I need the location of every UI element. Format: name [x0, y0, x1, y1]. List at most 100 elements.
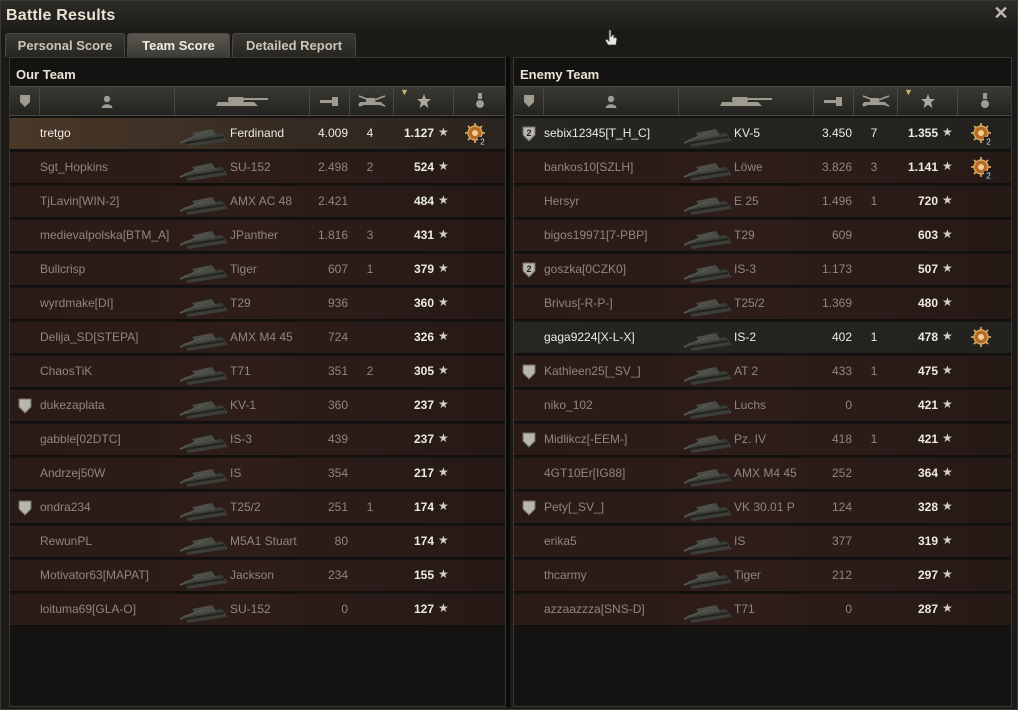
- player-name[interactable]: Sgt_Hopkins: [40, 160, 108, 174]
- player-name[interactable]: ChaosTiK: [40, 364, 92, 378]
- panel-divider: [506, 57, 510, 707]
- player-row[interactable]: Brivus[-R-P-] T25/2 1.369 480 ★: [514, 288, 1011, 320]
- star-icon: ★: [942, 431, 953, 445]
- player-row[interactable]: ChaosTiK T71 351 2 305 ★: [10, 356, 505, 388]
- sort-tank-header[interactable]: [175, 87, 310, 115]
- player-row[interactable]: Motivator63[MAPAT] Jackson 234 155 ★: [10, 560, 505, 592]
- player-row[interactable]: RewunPL M5A1 Stuart 80 174 ★: [10, 526, 505, 558]
- sort-damage-header[interactable]: [814, 87, 854, 115]
- player-row[interactable]: Pety[_SV_] VK 30.01 P 124 328 ★: [514, 492, 1011, 524]
- player-name[interactable]: goszka[0CZK0]: [544, 262, 626, 276]
- player-row[interactable]: Midlikcz[-EEM-] Pz. IV 418 1 421 ★: [514, 424, 1011, 456]
- player-row[interactable]: Hersyr E 25 1.496 1 720 ★: [514, 186, 1011, 218]
- player-row[interactable]: azzaazzza[SNS-D] T71 0 287 ★: [514, 594, 1011, 626]
- player-name[interactable]: RewunPL: [40, 534, 92, 548]
- achievement-medal-icon[interactable]: [971, 326, 993, 350]
- player-name[interactable]: Motivator63[MAPAT]: [40, 568, 149, 582]
- player-name[interactable]: niko_102: [544, 398, 593, 412]
- tab-personal-score[interactable]: Personal Score: [5, 33, 125, 57]
- xp-value: 421: [917, 398, 938, 412]
- sort-kills-header[interactable]: [350, 87, 394, 115]
- player-name[interactable]: Midlikcz[-EEM-]: [544, 432, 627, 446]
- player-name[interactable]: Pety[_SV_]: [544, 500, 604, 514]
- damage-value: 418: [831, 432, 852, 446]
- player-row[interactable]: 4GT10Er[IG88] AMX M4 45 252 364 ★: [514, 458, 1011, 490]
- star-icon: ★: [942, 159, 953, 173]
- close-icon[interactable]: ✕: [993, 4, 1009, 22]
- player-row[interactable]: wyrdmake[DI] T29 936 360 ★: [10, 288, 505, 320]
- player-name[interactable]: ondra234: [40, 500, 91, 514]
- player-name[interactable]: gaga9224[X-L-X]: [544, 330, 635, 344]
- player-name[interactable]: bankos10[SZLH]: [544, 160, 633, 174]
- player-row[interactable]: tretgo Ferdinand 4.009 4 1.127 ★ 2: [10, 118, 505, 150]
- player-row[interactable]: 2 goszka[0CZK0] IS-3 1.173 507 ★: [514, 254, 1011, 286]
- player-row[interactable]: ondra234 T25/2 251 1 174 ★: [10, 492, 505, 524]
- player-row[interactable]: gaga9224[X-L-X] IS-2 402 1 478 ★: [514, 322, 1011, 354]
- player-row[interactable]: thcarmy Tiger 212 297 ★: [514, 560, 1011, 592]
- kills-value: 3: [870, 160, 878, 174]
- player-row[interactable]: loituma69[GLA-O] SU-152 0 127 ★: [10, 594, 505, 626]
- player-name[interactable]: gabble[02DTC]: [40, 432, 121, 446]
- damage-value: 1.496: [821, 194, 852, 208]
- achievement-medal-icon[interactable]: 2: [465, 122, 487, 147]
- tab-team-score[interactable]: Team Score: [127, 33, 230, 57]
- player-name[interactable]: Delija_SD[STEPA]: [40, 330, 138, 344]
- player-row[interactable]: bankos10[SZLH] Löwe 3.826 3 1.141 ★ 2: [514, 152, 1011, 184]
- player-name[interactable]: Andrzej50W: [40, 466, 105, 480]
- star-icon: ★: [942, 329, 953, 343]
- sort-xp-header[interactable]: ▼: [898, 87, 958, 115]
- player-row[interactable]: bigos19971[7-PBP] T29 609 603 ★: [514, 220, 1011, 252]
- tank-name: JPanther: [230, 228, 279, 242]
- player-name[interactable]: dukezaplata: [40, 398, 105, 412]
- sort-kills-header[interactable]: [854, 87, 898, 115]
- star-icon: ★: [438, 465, 449, 479]
- player-row[interactable]: Sgt_Hopkins SU-152 2.498 2 524 ★: [10, 152, 505, 184]
- sort-medals-header[interactable]: [958, 87, 1011, 115]
- tank-image: [682, 425, 742, 455]
- player-row[interactable]: medievalpolska[BTM_A] JPanther 1.816 3 431 ★: [10, 220, 505, 252]
- tab-detailed-report[interactable]: Detailed Report: [232, 33, 356, 57]
- player-row[interactable]: erika5 IS 377 319 ★: [514, 526, 1011, 558]
- player-row[interactable]: Kathleen25[_SV_] AT 2 433 1 475 ★: [514, 356, 1011, 388]
- player-name[interactable]: Hersyr: [544, 194, 579, 208]
- player-row[interactable]: gabble[02DTC] IS-3 439 237 ★: [10, 424, 505, 456]
- player-name[interactable]: Brivus[-R-P-]: [544, 296, 613, 310]
- sort-platoon-header[interactable]: [514, 87, 544, 115]
- player-row[interactable]: TjLavin[WIN-2] AMX AC 48 2.421 484 ★: [10, 186, 505, 218]
- player-name[interactable]: medievalpolska[BTM_A]: [40, 228, 169, 242]
- svg-text:2: 2: [986, 172, 991, 181]
- player-name[interactable]: erika5: [544, 534, 577, 548]
- achievement-medal-icon[interactable]: 2: [971, 156, 993, 181]
- tank-image: [178, 527, 238, 557]
- player-row[interactable]: dukezaplata KV-1 360 237 ★: [10, 390, 505, 422]
- player-name[interactable]: wyrdmake[DI]: [40, 296, 113, 310]
- player-name[interactable]: TjLavin[WIN-2]: [40, 194, 119, 208]
- platoon-icon: [18, 500, 32, 516]
- sort-xp-header[interactable]: ▼: [394, 87, 454, 115]
- player-name[interactable]: 4GT10Er[IG88]: [544, 466, 625, 480]
- star-icon: ★: [942, 261, 953, 275]
- player-name[interactable]: Bullcrisp: [40, 262, 85, 276]
- player-name[interactable]: bigos19971[7-PBP]: [544, 228, 647, 242]
- player-row[interactable]: niko_102 Luchs 0 421 ★: [514, 390, 1011, 422]
- player-name[interactable]: azzaazzza[SNS-D]: [544, 602, 645, 616]
- achievement-medal-icon[interactable]: 2: [971, 122, 993, 147]
- damage-value: 2.498: [317, 160, 348, 174]
- sort-player-header[interactable]: [40, 87, 175, 115]
- sort-platoon-header[interactable]: [10, 87, 40, 115]
- star-icon: ★: [438, 567, 449, 581]
- sort-player-header[interactable]: [544, 87, 679, 115]
- sort-damage-header[interactable]: [310, 87, 350, 115]
- player-row[interactable]: Delija_SD[STEPA] AMX M4 45 724 326 ★: [10, 322, 505, 354]
- player-name[interactable]: loituma69[GLA-O]: [40, 602, 136, 616]
- player-name[interactable]: Kathleen25[_SV_]: [544, 364, 641, 378]
- player-name[interactable]: tretgo: [40, 126, 71, 140]
- sort-medals-header[interactable]: [454, 87, 505, 115]
- svg-text:2: 2: [526, 264, 531, 274]
- player-name[interactable]: sebix12345[T_H_C]: [544, 126, 650, 140]
- sort-tank-header[interactable]: [679, 87, 814, 115]
- player-row[interactable]: 2 sebix12345[T_H_C] KV-5 3.450 7 1.355 ★ 2: [514, 118, 1011, 150]
- player-name[interactable]: thcarmy: [544, 568, 587, 582]
- player-row[interactable]: Andrzej50W IS 354 217 ★: [10, 458, 505, 490]
- player-row[interactable]: Bullcrisp Tiger 607 1 379 ★: [10, 254, 505, 286]
